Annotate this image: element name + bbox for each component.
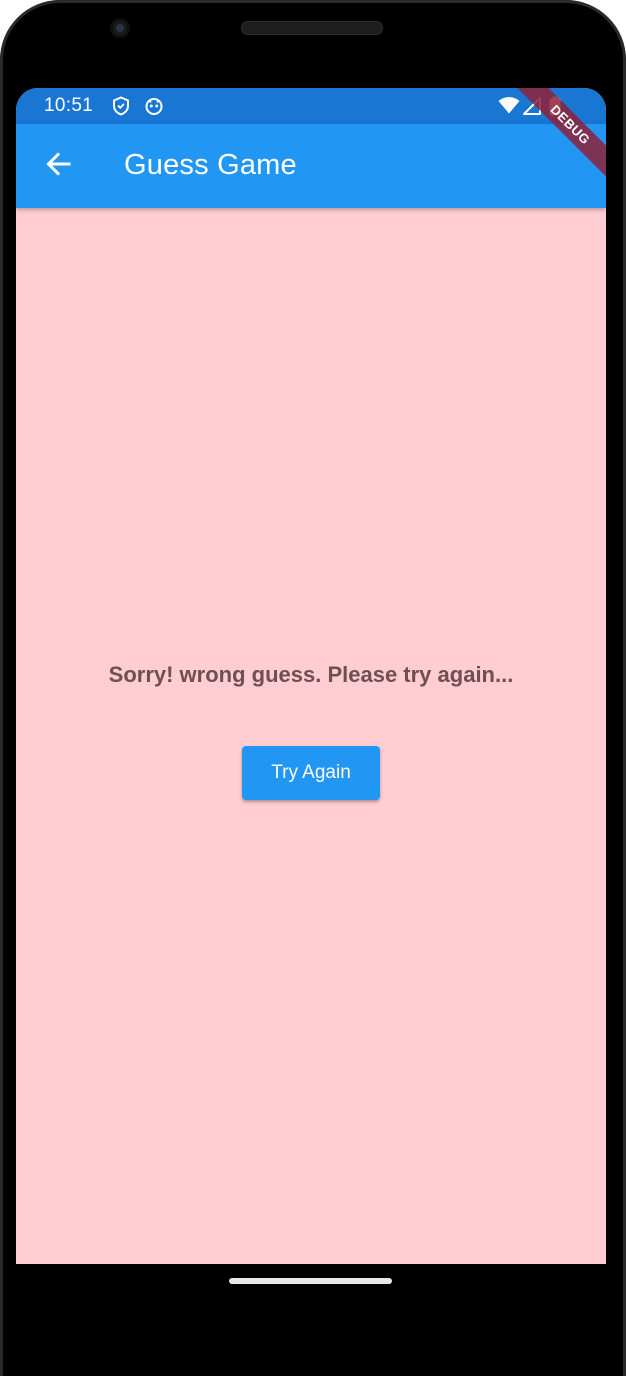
earpiece-speaker — [241, 21, 383, 35]
phone-frame: 10:51 Guess Game DEBUG Sorry! wrong gues… — [0, 0, 626, 1376]
arrow-back-icon — [44, 150, 72, 183]
page-title: Guess Game — [124, 149, 297, 181]
robot-face-icon — [144, 96, 164, 116]
wifi-icon — [498, 96, 520, 116]
app-bar: Guess Game — [16, 124, 606, 208]
try-again-button[interactable]: Try Again — [242, 746, 380, 800]
home-indicator[interactable] — [229, 1278, 392, 1284]
shield-icon — [111, 96, 131, 116]
status-time: 10:51 — [44, 95, 94, 116]
wrong-guess-message: Sorry! wrong guess. Please try again... — [108, 662, 514, 687]
back-button[interactable] — [36, 144, 80, 188]
front-camera — [110, 18, 130, 38]
app-screen: 10:51 Guess Game DEBUG Sorry! wrong gues… — [16, 88, 606, 1264]
status-bar: 10:51 — [16, 88, 606, 124]
